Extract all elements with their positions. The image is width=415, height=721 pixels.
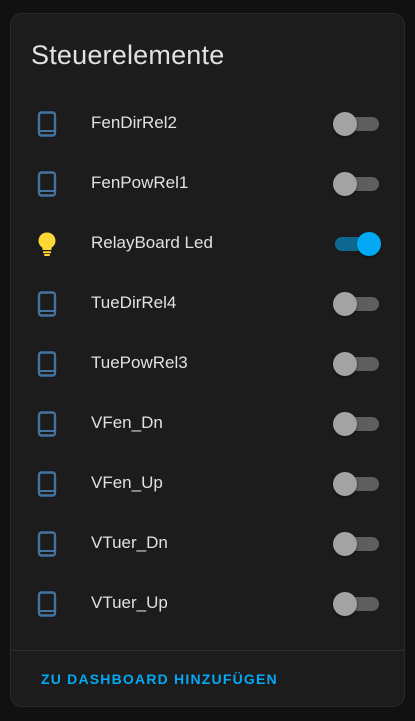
entity-row[interactable]: FenDirRel2: [11, 94, 404, 154]
entity-toggle[interactable]: [333, 412, 381, 436]
entity-label: VTuer_Up: [91, 593, 168, 612]
lightbulb-icon: [35, 231, 59, 257]
entity-row[interactable]: RelayBoard Led: [11, 214, 404, 274]
cellphone-icon: [35, 171, 59, 197]
entity-label: VFen_Dn: [91, 413, 163, 432]
entity-label: FenPowRel1: [91, 173, 189, 192]
entity-toggle[interactable]: [333, 532, 381, 556]
entity-toggle[interactable]: [333, 292, 381, 316]
cellphone-icon: [35, 291, 59, 317]
entity-toggle[interactable]: [333, 232, 381, 256]
entity-toggle[interactable]: [333, 172, 381, 196]
entity-label: VFen_Up: [91, 473, 163, 492]
entity-label: FenDirRel2: [91, 113, 177, 132]
entity-label: RelayBoard Led: [91, 233, 213, 252]
cellphone-icon: [35, 411, 59, 437]
entity-row[interactable]: VFen_Up: [11, 454, 404, 514]
entity-toggle[interactable]: [333, 592, 381, 616]
card-divider: [11, 650, 404, 651]
cellphone-icon: [35, 111, 59, 137]
cellphone-icon: [35, 471, 59, 497]
cellphone-icon: [35, 351, 59, 377]
cellphone-icon: [35, 591, 59, 617]
entity-label: TuePowRel3: [91, 353, 188, 372]
controls-card: Steuerelemente FenDirRel2 FenPowRel1 Rel…: [10, 13, 405, 707]
entity-row[interactable]: VTuer_Dn: [11, 514, 404, 574]
entity-toggle[interactable]: [333, 472, 381, 496]
add-to-dashboard-button[interactable]: ZU DASHBOARD HINZUFÜGEN: [41, 671, 278, 687]
entity-row[interactable]: VTuer_Up: [11, 574, 404, 634]
entity-row[interactable]: TuePowRel3: [11, 334, 404, 394]
entity-toggle[interactable]: [333, 352, 381, 376]
card-title: Steuerelemente: [31, 40, 225, 70]
entity-toggle[interactable]: [333, 112, 381, 136]
entity-row[interactable]: VFen_Dn: [11, 394, 404, 454]
entity-label: TueDirRel4: [91, 293, 177, 312]
entity-row[interactable]: FenPowRel1: [11, 154, 404, 214]
entity-row[interactable]: TueDirRel4: [11, 274, 404, 334]
entity-label: VTuer_Dn: [91, 533, 168, 552]
cellphone-icon: [35, 531, 59, 557]
entity-list: FenDirRel2 FenPowRel1 RelayBoard Led Tue…: [11, 94, 404, 634]
